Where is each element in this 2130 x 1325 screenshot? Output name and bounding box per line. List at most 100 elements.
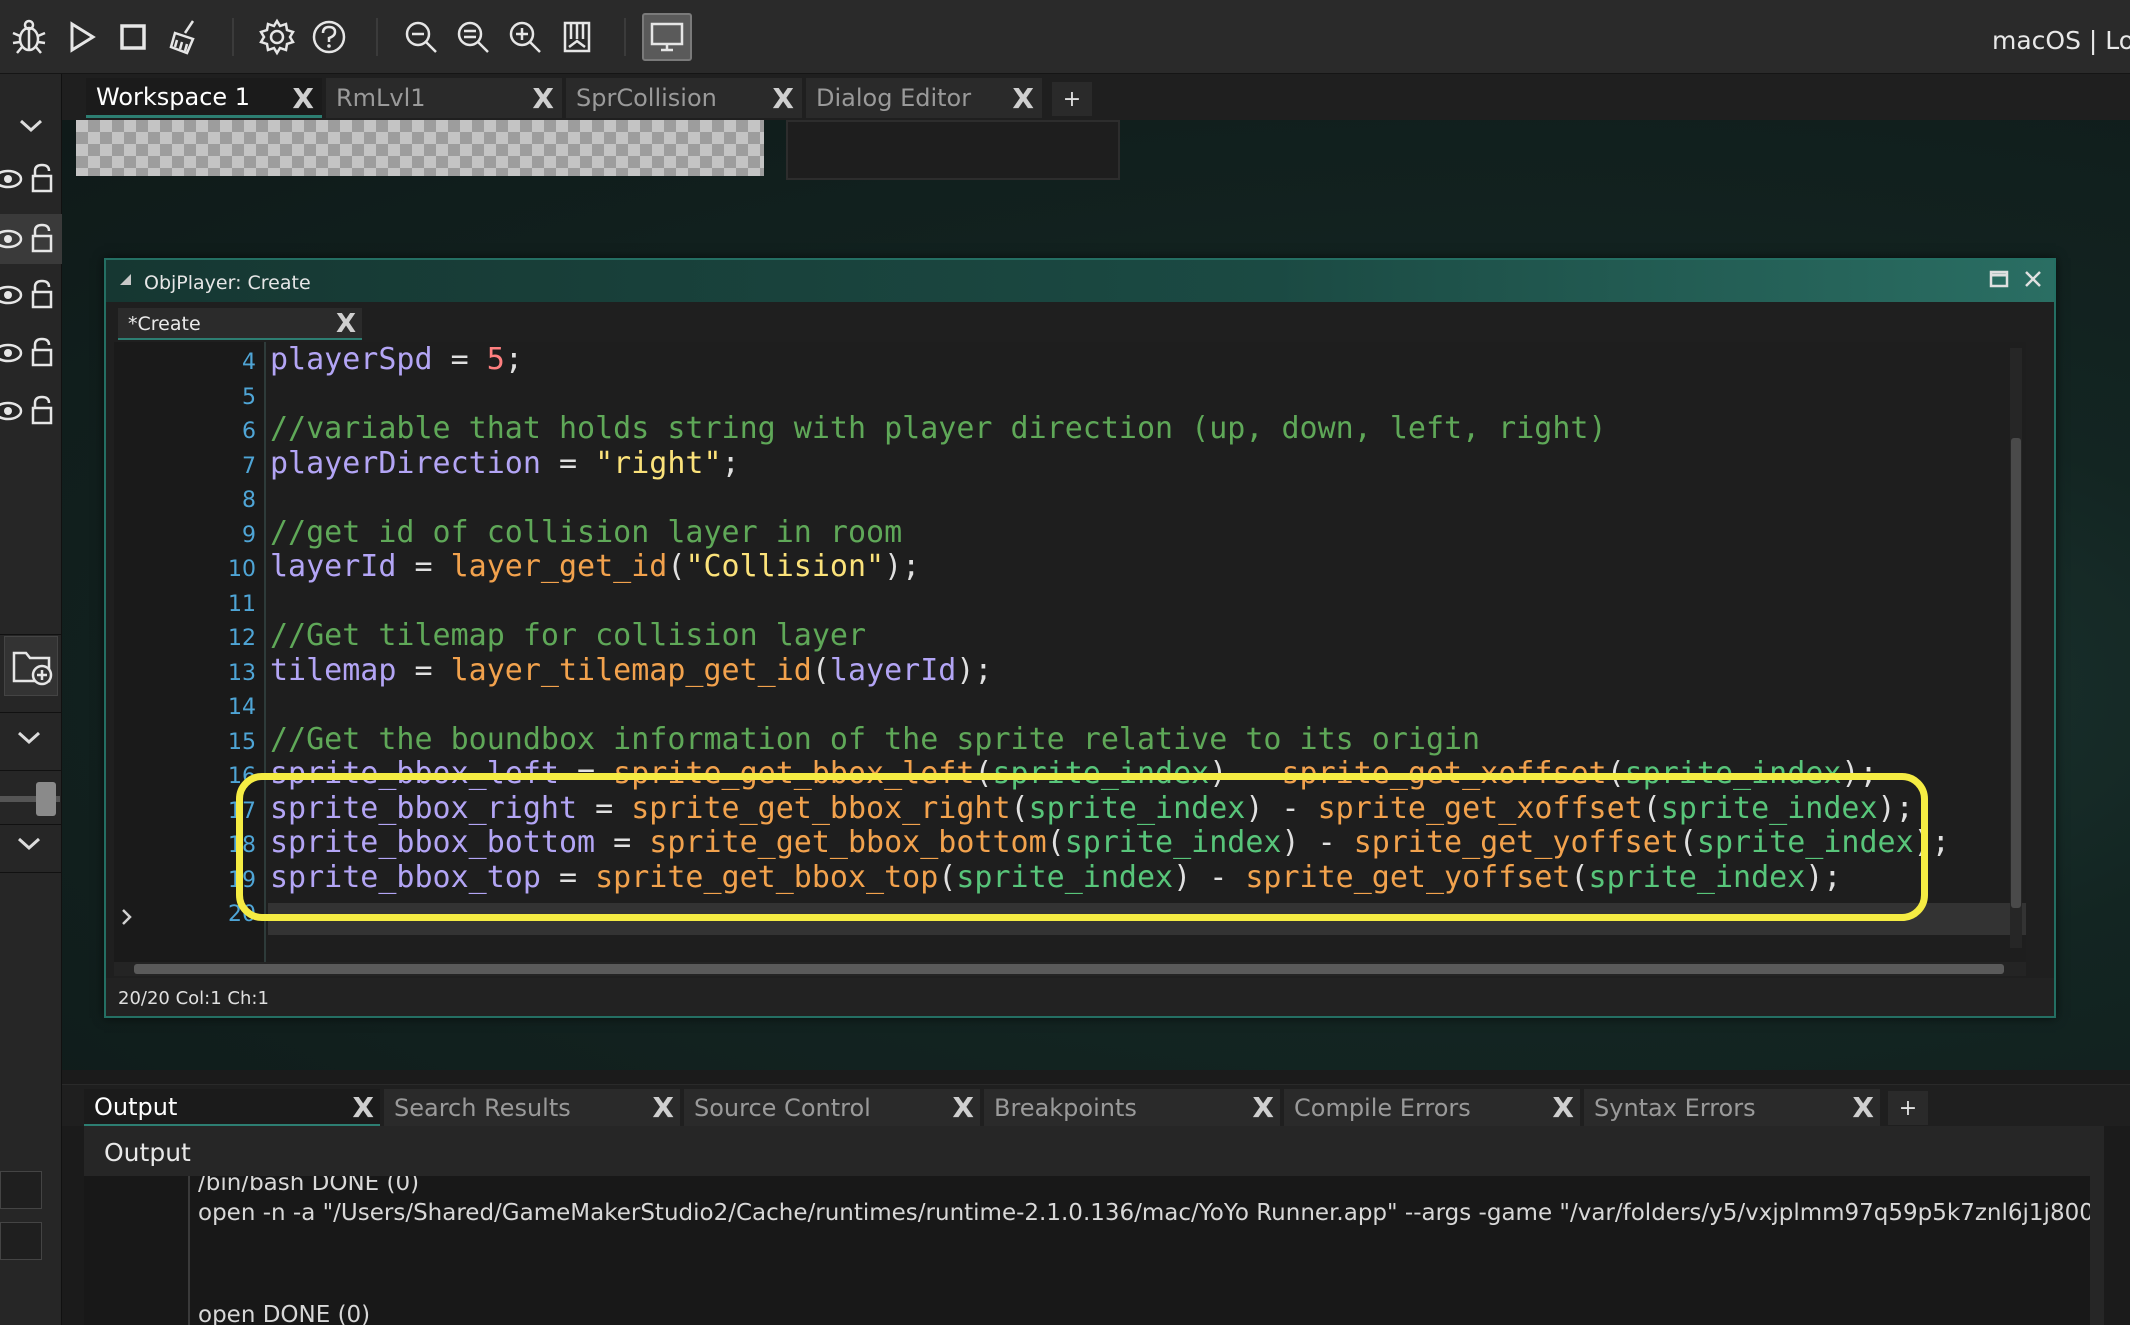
line-number: 12 [228, 626, 256, 651]
vertical-scrollbar[interactable] [2010, 348, 2022, 948]
close-icon[interactable]: X [952, 1091, 974, 1124]
eye-icon[interactable] [0, 284, 24, 306]
eye-icon[interactable] [0, 400, 24, 422]
lock-icon[interactable] [30, 162, 54, 194]
code-line: 16 sprite_bbox_left = sprite_get_bbox_lef… [114, 756, 2026, 791]
settings-icon[interactable] [254, 14, 300, 60]
eye-icon[interactable] [0, 168, 24, 190]
add-folder-button[interactable] [4, 636, 58, 696]
help-icon[interactable] [306, 14, 352, 60]
tab-syntax-errors[interactable]: Syntax Errors X [1584, 1089, 1880, 1127]
horizontal-scrollbar[interactable] [114, 962, 2026, 976]
divider [0, 824, 62, 825]
close-icon[interactable]: X [292, 82, 314, 115]
code-text: layerId = layer_get_id("Collision"); [270, 549, 921, 584]
output-tab-bar: Output X Search Results X Source Control… [62, 1084, 2130, 1127]
line-number: 6 [242, 419, 256, 444]
tab-rmlvl1[interactable]: RmLvl1 X [326, 78, 562, 118]
lock-icon[interactable] [30, 336, 54, 368]
debug-icon[interactable] [6, 14, 52, 60]
code-line: 11 [114, 584, 2026, 619]
line-number: 11 [228, 591, 256, 617]
zoom-reset-icon[interactable] [450, 14, 496, 60]
close-icon[interactable] [2020, 268, 2046, 294]
close-icon[interactable]: X [352, 1091, 374, 1124]
add-tab-button[interactable]: + [1052, 82, 1092, 116]
layer-row[interactable] [0, 158, 62, 208]
line-number: 8 [242, 488, 256, 513]
input-field[interactable] [0, 1171, 42, 1209]
line-number: 7 [242, 453, 256, 479]
close-icon[interactable]: X [1012, 82, 1034, 115]
line-number: 20 [228, 902, 256, 927]
tab-breakpoints[interactable]: Breakpoints X [984, 1089, 1280, 1127]
code-line: 12 //Get tilemap for collision layer [114, 618, 2026, 653]
lock-icon[interactable] [30, 222, 54, 254]
close-icon[interactable]: X [1852, 1091, 1874, 1124]
tab-label: Syntax Errors [1594, 1094, 1756, 1122]
add-tab-button[interactable]: + [1888, 1091, 1928, 1125]
close-icon[interactable]: X [336, 309, 356, 339]
tab-workspace-1[interactable]: Workspace 1 X [86, 78, 322, 118]
tab-sprcollision[interactable]: SprCollision X [566, 78, 802, 118]
tab-source-control[interactable]: Source Control X [684, 1089, 980, 1127]
chevron-down-icon[interactable] [16, 836, 42, 856]
target-device-icon[interactable] [642, 13, 692, 61]
layer-row[interactable] [0, 330, 62, 380]
layer-row-selected[interactable] [0, 214, 62, 264]
chevron-down-icon[interactable] [18, 118, 44, 138]
target-platform-label[interactable]: macOS | Loc [1992, 26, 2130, 55]
close-icon[interactable]: X [1552, 1091, 1574, 1124]
layer-row[interactable] [0, 388, 62, 438]
tab-dialog-editor[interactable]: Dialog Editor X [806, 78, 1042, 118]
panel-window [786, 120, 1120, 180]
line-number: 18 [228, 833, 256, 858]
toolbar-separator [232, 18, 234, 56]
left-rail [0, 74, 62, 1325]
main-toolbar: macOS | Loc [0, 0, 2130, 74]
stop-icon[interactable] [110, 14, 156, 60]
maximize-icon[interactable] [1986, 268, 2012, 294]
editor-title: ObjPlayer: Create [144, 272, 311, 294]
output-log[interactable]: /bin/bash DONE (0) open -n -a "/Users/Sh… [84, 1176, 2104, 1325]
code-text: //get id of collision layer in room [270, 514, 903, 550]
workspace-tab-bar: Workspace 1 X RmLvl1 X SprCollision X Di… [62, 74, 2130, 120]
zoom-in-icon[interactable] [502, 14, 548, 60]
editor-titlebar[interactable]: ObjPlayer: Create [106, 260, 2054, 302]
close-icon[interactable]: X [652, 1091, 674, 1124]
run-icon[interactable] [58, 14, 104, 60]
code-text: sprite_bbox_top = sprite_get_bbox_top(sp… [270, 859, 1842, 895]
code-line: 18 sprite_bbox_bottom = sprite_get_bbox_b… [114, 825, 2026, 860]
close-icon[interactable]: X [532, 82, 554, 115]
code-text: sprite_bbox_bottom = sprite_get_bbox_bot… [270, 825, 1950, 860]
toolbar-separator [376, 18, 378, 56]
clean-icon[interactable] [162, 14, 208, 60]
log-line: open DONE (0) [198, 1302, 371, 1325]
divider [0, 872, 62, 873]
chevron-down-icon[interactable] [16, 730, 42, 750]
vertical-scrollbar[interactable] [2090, 1176, 2104, 1325]
slider-handle[interactable] [0, 780, 62, 820]
eye-icon[interactable] [0, 228, 24, 250]
lock-icon[interactable] [30, 278, 54, 310]
close-icon[interactable]: X [1252, 1091, 1274, 1124]
eye-icon[interactable] [0, 342, 24, 364]
tab-label: Breakpoints [994, 1094, 1137, 1122]
layer-row[interactable] [0, 272, 62, 322]
line-number: 13 [228, 660, 256, 686]
tab-output[interactable]: Output X [84, 1089, 380, 1127]
sprite-preview [76, 120, 764, 176]
input-field[interactable] [0, 1222, 42, 1260]
code-line: 7 playerDirection = "right"; [114, 446, 2026, 481]
tab-search-results[interactable]: Search Results X [384, 1089, 680, 1127]
close-icon[interactable]: X [772, 82, 794, 115]
fit-icon[interactable] [554, 14, 600, 60]
code-line: 10 layerId = layer_get_id("Collision"); [114, 549, 2026, 584]
collapse-icon[interactable] [120, 274, 131, 285]
code-editor[interactable]: 4 playerSpd = 5; 5 6 //variable that holds s… [114, 342, 2026, 962]
lock-icon[interactable] [30, 394, 54, 426]
tab-compile-errors[interactable]: Compile Errors X [1284, 1089, 1580, 1127]
code-text: playerDirection = "right"; [270, 445, 740, 481]
zoom-out-icon[interactable] [398, 14, 444, 60]
tab-create-event[interactable]: *Create X [118, 308, 362, 340]
